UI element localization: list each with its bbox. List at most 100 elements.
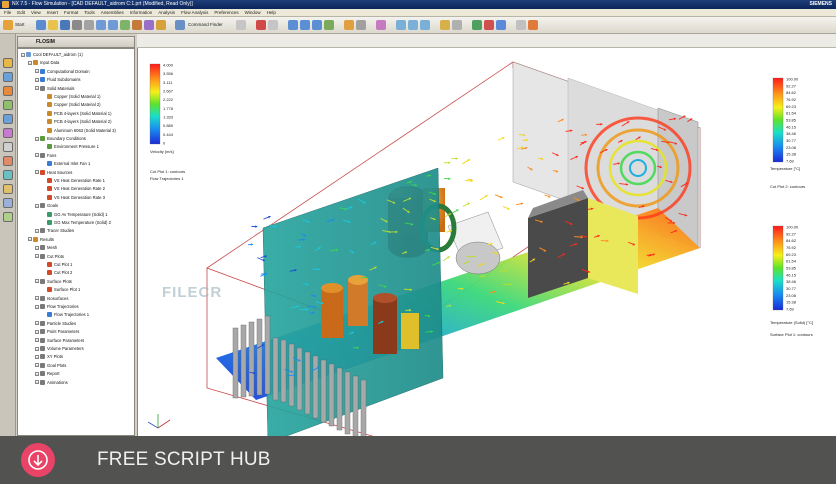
command-finder-label[interactable]: Command Finder (188, 22, 223, 27)
tree-item[interactable]: − Animations (35, 379, 68, 386)
expand-icon[interactable]: − (35, 170, 39, 175)
view-front-icon[interactable] (288, 20, 298, 30)
expand-icon[interactable]: − (35, 245, 39, 250)
expand-icon[interactable]: − (35, 86, 39, 91)
menu-information[interactable]: Information (130, 10, 153, 15)
start-icon[interactable] (3, 20, 13, 30)
tree-item[interactable]: − Solid Materials (35, 85, 74, 92)
tree-item[interactable]: − Report (35, 370, 60, 377)
tree-item[interactable]: Copper (Solid Material 2) (42, 101, 101, 108)
tree-item[interactable]: − XY Plots (35, 353, 63, 360)
filter-icon[interactable] (268, 20, 278, 30)
cut-icon[interactable] (72, 20, 82, 30)
tree-item[interactable]: − Flow Trajectories (35, 303, 79, 310)
tree-item[interactable]: VS Heat Generation Rate 2 (42, 185, 105, 192)
expand-icon[interactable]: − (35, 296, 39, 301)
rotate-icon[interactable] (408, 20, 418, 30)
web-browser-icon[interactable] (3, 128, 13, 138)
tree-item[interactable]: Copper (Solid Material 1) (42, 93, 101, 100)
expand-icon[interactable]: − (35, 346, 39, 351)
expand-icon[interactable]: − (35, 279, 39, 284)
tree-item[interactable]: − Cool DEFAULT_aidrom (1) (21, 51, 83, 58)
expand-icon[interactable]: − (28, 237, 32, 242)
tree-item[interactable]: − Goals (35, 202, 58, 209)
tree-item[interactable]: GG Av Temperature (Solid) 1 (42, 211, 108, 218)
flow-results-icon[interactable] (496, 20, 506, 30)
wireframe-icon[interactable] (356, 20, 366, 30)
tool-icon[interactable] (132, 20, 142, 30)
menu-edit[interactable]: Edit (17, 10, 25, 15)
tree-item[interactable]: − Heat Sources (35, 169, 72, 176)
tree-item[interactable]: − Surface Parameters (35, 337, 84, 344)
start-label[interactable]: Start (15, 22, 25, 27)
tree-item[interactable]: − Fans (35, 152, 56, 159)
tree-item[interactable]: − Fluid Subdomains (35, 76, 81, 83)
expand-icon[interactable]: − (35, 228, 39, 233)
options-icon[interactable] (516, 20, 526, 30)
tree-item[interactable]: PCB 4-layers (Solid Material 2) (42, 118, 111, 125)
tree-item[interactable]: − Point Parameters (35, 328, 79, 335)
tree-item[interactable]: − Volume Parameters (35, 345, 84, 352)
copy-icon[interactable] (84, 20, 94, 30)
tree-item[interactable]: − Cut Plots (35, 253, 64, 260)
part-navigator-icon[interactable] (3, 72, 13, 82)
tree-item[interactable]: Flow Trajectories 1 (42, 311, 89, 318)
graphics-viewport[interactable]: 4.000 3.556 3.111 2.667 2.222 1.778 1.333 0.889… (137, 48, 836, 444)
menu-file[interactable]: File (4, 10, 11, 15)
expand-icon[interactable]: − (28, 60, 32, 65)
view-top-icon[interactable] (300, 20, 310, 30)
hd3d-tools-icon[interactable] (3, 114, 13, 124)
tree-item[interactable]: − Particle Studies (35, 320, 76, 327)
tree-item[interactable]: − Input Data (28, 59, 59, 66)
process-studio-icon[interactable] (3, 170, 13, 180)
measure-icon[interactable] (440, 20, 450, 30)
tree-item[interactable]: VS Heat Generation Rate 1 (42, 177, 105, 184)
assembly-navigator-icon[interactable] (3, 58, 13, 68)
tree-item[interactable]: − Surface Plots (35, 278, 72, 285)
reuse-library-icon[interactable] (3, 100, 13, 110)
tree-item[interactable]: Aluminum 6063 (Solid Material 3) (42, 127, 116, 134)
flow-navigator-icon[interactable] (3, 86, 13, 96)
download-icon[interactable] (21, 443, 55, 477)
expand-icon[interactable]: − (35, 153, 39, 158)
tree-item[interactable]: − Goal Plots (35, 362, 66, 369)
tree-item[interactable]: PCB 4-layers (Solid Material 1) (42, 110, 111, 117)
menu-view[interactable]: View (31, 10, 41, 15)
view-iso-icon[interactable] (324, 20, 334, 30)
view-right-icon[interactable] (312, 20, 322, 30)
flow-stop-icon[interactable] (484, 20, 494, 30)
expand-icon[interactable]: − (21, 52, 25, 57)
tree-item[interactable]: − Tracer Studies (35, 227, 74, 234)
tree-item[interactable]: Surface Plot 1 (42, 286, 80, 293)
menu-assemblies[interactable]: Assemblies (101, 10, 124, 15)
menu-analysis[interactable]: Analysis (158, 10, 175, 15)
expand-icon[interactable]: − (35, 338, 39, 343)
menu-help[interactable]: Help (267, 10, 276, 15)
tree-item[interactable]: − Results (28, 236, 54, 243)
tree-item[interactable]: External Inlet Fan 1 (42, 160, 90, 167)
tree-item[interactable]: − Isosurfaces (35, 295, 68, 302)
pan-icon[interactable] (420, 20, 430, 30)
tree-item[interactable]: − Boundary Conditions (35, 135, 86, 142)
expand-icon[interactable]: − (35, 254, 39, 259)
expand-icon[interactable]: − (35, 304, 39, 309)
tree-item[interactable]: GG Max Temperature (Solid) 2 (42, 219, 111, 226)
render-icon[interactable] (528, 20, 538, 30)
menu-format[interactable]: Format (64, 10, 78, 15)
expand-icon[interactable]: − (35, 69, 39, 74)
redo-icon[interactable] (108, 20, 118, 30)
expand-icon[interactable]: − (35, 380, 39, 385)
command-finder-icon[interactable] (175, 20, 185, 30)
shade-icon[interactable] (344, 20, 354, 30)
system-materials-icon[interactable] (3, 156, 13, 166)
layer-icon[interactable] (452, 20, 462, 30)
tree-item[interactable]: − Mesh (35, 244, 57, 251)
tree-item[interactable]: Environment Pressure 1 (42, 143, 99, 150)
expand-icon[interactable]: − (35, 371, 39, 376)
menu-preferences[interactable]: Preferences (214, 10, 238, 15)
expand-icon[interactable]: − (35, 329, 39, 334)
zoom-icon[interactable] (396, 20, 406, 30)
tree-item[interactable]: Cut Plot 1 (42, 261, 72, 268)
open-icon[interactable] (48, 20, 58, 30)
window-icon[interactable] (144, 20, 154, 30)
